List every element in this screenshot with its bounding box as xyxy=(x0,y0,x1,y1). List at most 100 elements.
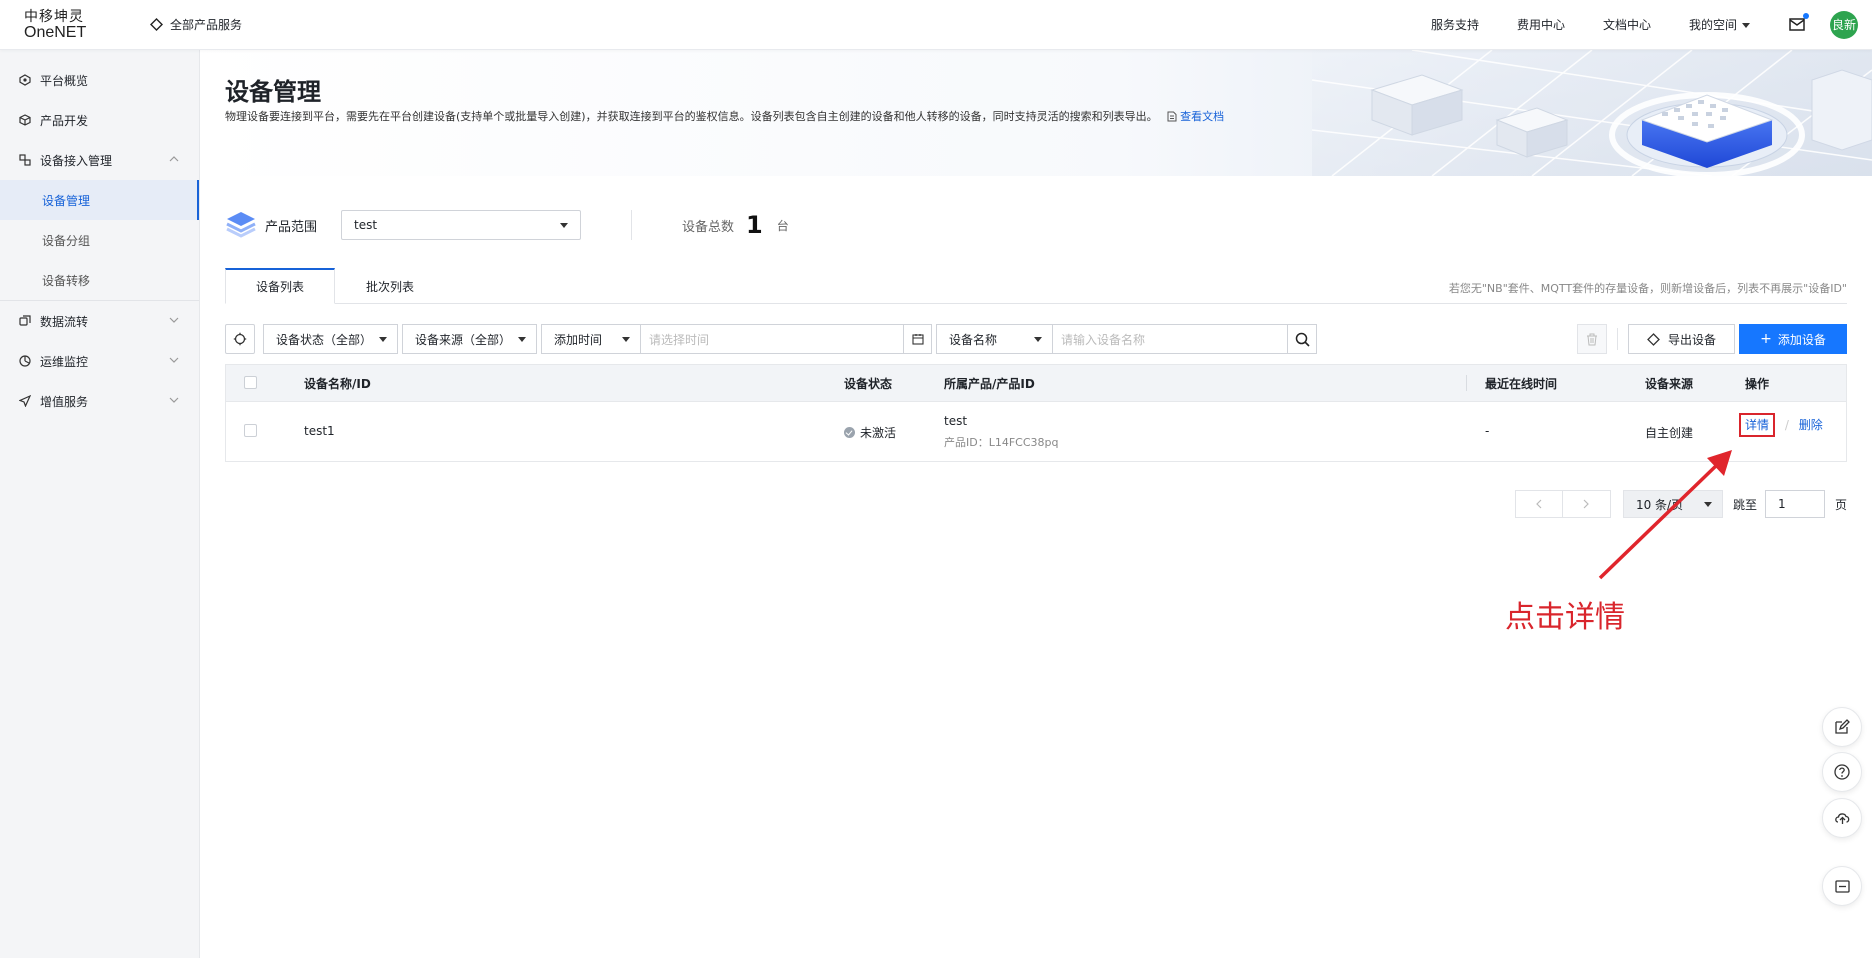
onenet-logo[interactable]: 中移坤灵 OneNET xyxy=(0,9,120,41)
chevron-right-icon xyxy=(1584,499,1590,509)
all-products-button[interactable]: 全部产品服务 xyxy=(150,16,242,33)
search-icon xyxy=(1295,332,1310,347)
collapse-panel-button[interactable] xyxy=(1822,866,1862,906)
page-banner: 设备管理 物理设备要连接到平台，需要先在平台创建设备(支持单个或批量导入创建)，… xyxy=(201,50,1872,176)
export-icon xyxy=(1647,332,1660,346)
sidebar-item-data-flow[interactable]: 数据流转 xyxy=(0,301,199,341)
help-button[interactable] xyxy=(1822,752,1862,792)
nav-billing-center[interactable]: 费用中心 xyxy=(1517,16,1565,33)
feedback-edit-button[interactable] xyxy=(1822,707,1862,747)
user-avatar[interactable]: 良新 xyxy=(1830,10,1858,39)
add-time-filter[interactable]: 添加时间 xyxy=(541,324,641,354)
tab-batch-list[interactable]: 批次列表 xyxy=(335,268,445,304)
nav-my-space-label: 我的空间 xyxy=(1688,18,1737,32)
col-source: 设备来源 xyxy=(1645,376,1694,391)
filter-bar: 设备状态（全部） 设备来源（全部） 添加时间 请选择时间 设备名称 请输入设备名… xyxy=(225,324,1317,354)
nav-doc-center[interactable]: 文档中心 xyxy=(1603,16,1651,33)
caret-down-icon xyxy=(1034,337,1042,342)
sidebar-item-label: 增值服务 xyxy=(40,394,89,409)
col-last-online: 最近在线时间 xyxy=(1485,376,1558,391)
panel-icon xyxy=(1834,879,1850,893)
product-stack-icon xyxy=(226,212,256,238)
nav-service-support[interactable]: 服务支持 xyxy=(1431,16,1479,33)
device-total-value: 1 xyxy=(746,211,763,239)
device-access-icon xyxy=(18,153,32,167)
sidebar-item-label: 平台概览 xyxy=(40,73,89,88)
caret-down-icon xyxy=(518,337,526,342)
logo-line2: OneNET xyxy=(24,23,87,41)
cloud-upload-icon xyxy=(1834,813,1849,824)
op-separator: / xyxy=(1784,418,1789,432)
sidebar-item-ops-monitor[interactable]: 运维监控 xyxy=(0,341,199,381)
delete-link[interactable]: 删除 xyxy=(1799,418,1823,432)
time-range-input[interactable]: 请选择时间 xyxy=(641,324,904,354)
page-description-text: 物理设备要连接到平台，需要先在平台创建设备(支持单个或批量导入创建)，并获取连接… xyxy=(225,110,1158,123)
search-button[interactable] xyxy=(1288,324,1317,354)
upload-cloud-button[interactable] xyxy=(1822,798,1862,838)
page-number-input[interactable]: 1 xyxy=(1764,490,1825,518)
caret-down-icon xyxy=(560,223,569,228)
device-source-filter[interactable]: 设备来源（全部） xyxy=(402,324,537,354)
sidebar-item-device-access[interactable]: 设备接入管理 xyxy=(0,140,199,180)
last-online-time: - xyxy=(1485,424,1490,438)
row-checkbox[interactable] xyxy=(244,424,257,437)
calendar-button[interactable] xyxy=(904,324,932,354)
col-operation: 操作 xyxy=(1745,376,1770,391)
page-size-select[interactable]: 10 条/页 xyxy=(1622,490,1723,518)
product-id: 产品ID：L14FCC38pq xyxy=(944,436,1059,449)
select-all-checkbox[interactable] xyxy=(244,376,257,389)
view-doc-link[interactable]: 查看文档 xyxy=(1167,110,1224,123)
diamond-icon xyxy=(150,18,163,31)
caret-down-icon xyxy=(622,337,630,342)
sidebar-item-device-transfer[interactable]: 设备转移 xyxy=(0,260,199,300)
export-devices-button[interactable]: 导出设备 xyxy=(1627,324,1735,354)
product-scope-label: 产品范围 xyxy=(265,219,318,235)
detail-link[interactable]: 详情 xyxy=(1739,413,1776,437)
page-unit-label: 页 xyxy=(1834,497,1847,512)
arrow-line xyxy=(1598,460,1722,580)
sidebar-item-overview[interactable]: 平台概览 xyxy=(0,60,199,100)
inactive-status-icon xyxy=(844,427,855,438)
notification-dot xyxy=(1803,12,1809,19)
device-name-search-input[interactable]: 请输入设备名称 xyxy=(1053,324,1288,354)
product-scope-select[interactable]: test xyxy=(341,210,582,240)
device-source: 自主创建 xyxy=(1645,426,1694,440)
sidebar-item-product-dev[interactable]: 产品开发 xyxy=(0,100,199,140)
col-device-status: 设备状态 xyxy=(844,376,893,391)
table-header: 设备名称/ID 设备状态 所属产品/产品ID 最近在线时间 设备来源 操作 xyxy=(226,365,1846,401)
product-scope-value: test xyxy=(354,218,378,232)
caret-down-icon xyxy=(379,337,387,342)
top-header: 中移坤灵 OneNET 全部产品服务 服务支持 费用中心 文档中心 我的空间 良… xyxy=(0,0,1872,50)
tab-device-list[interactable]: 设备列表 xyxy=(225,268,335,304)
col-separator xyxy=(1466,375,1467,391)
device-name-field-select[interactable]: 设备名称 xyxy=(936,324,1053,354)
page-size-value: 10 条/页 xyxy=(1635,497,1684,512)
pagination: 10 条/页 跳至 1 页 xyxy=(1514,490,1847,518)
prev-page-button[interactable] xyxy=(1514,490,1563,518)
view-doc-label: 查看文档 xyxy=(1180,110,1225,123)
device-name-placeholder: 请输入设备名称 xyxy=(1061,332,1146,347)
banner-illustration xyxy=(1312,50,1872,176)
device-name: test1 xyxy=(304,424,335,438)
caret-down-icon xyxy=(1742,23,1750,28)
list-tabs: 设备列表 批次列表 若您无"NB"套件、MQTT套件的存量设备，则新增设备后，列… xyxy=(225,268,1847,304)
sidebar-item-device-group[interactable]: 设备分组 xyxy=(0,220,199,260)
help-icon xyxy=(1834,764,1850,780)
chevron-down-icon xyxy=(169,397,179,403)
chevron-left-icon xyxy=(1536,499,1542,509)
device-table: 设备名称/ID 设备状态 所属产品/产品ID 最近在线时间 设备来源 操作 te… xyxy=(225,364,1847,462)
refresh-button[interactable] xyxy=(225,324,255,354)
sidebar-item-value-added[interactable]: 增值服务 xyxy=(0,381,199,421)
nav-my-space[interactable]: 我的空间 xyxy=(1689,16,1750,33)
device-status-filter[interactable]: 设备状态（全部） xyxy=(263,324,398,354)
monitor-icon xyxy=(18,354,32,368)
next-page-button[interactable] xyxy=(1562,490,1611,518)
device-total-label: 设备总数 xyxy=(682,219,735,235)
add-device-button[interactable]: + 添加设备 xyxy=(1739,324,1847,354)
batch-delete-button[interactable] xyxy=(1576,324,1607,354)
cube-icon xyxy=(18,113,32,127)
mail-icon[interactable] xyxy=(1788,12,1809,34)
sidebar-item-device-management[interactable]: 设备管理 xyxy=(0,180,199,220)
jump-to-label: 跳至 xyxy=(1732,497,1757,512)
plus-icon: + xyxy=(1760,331,1772,347)
